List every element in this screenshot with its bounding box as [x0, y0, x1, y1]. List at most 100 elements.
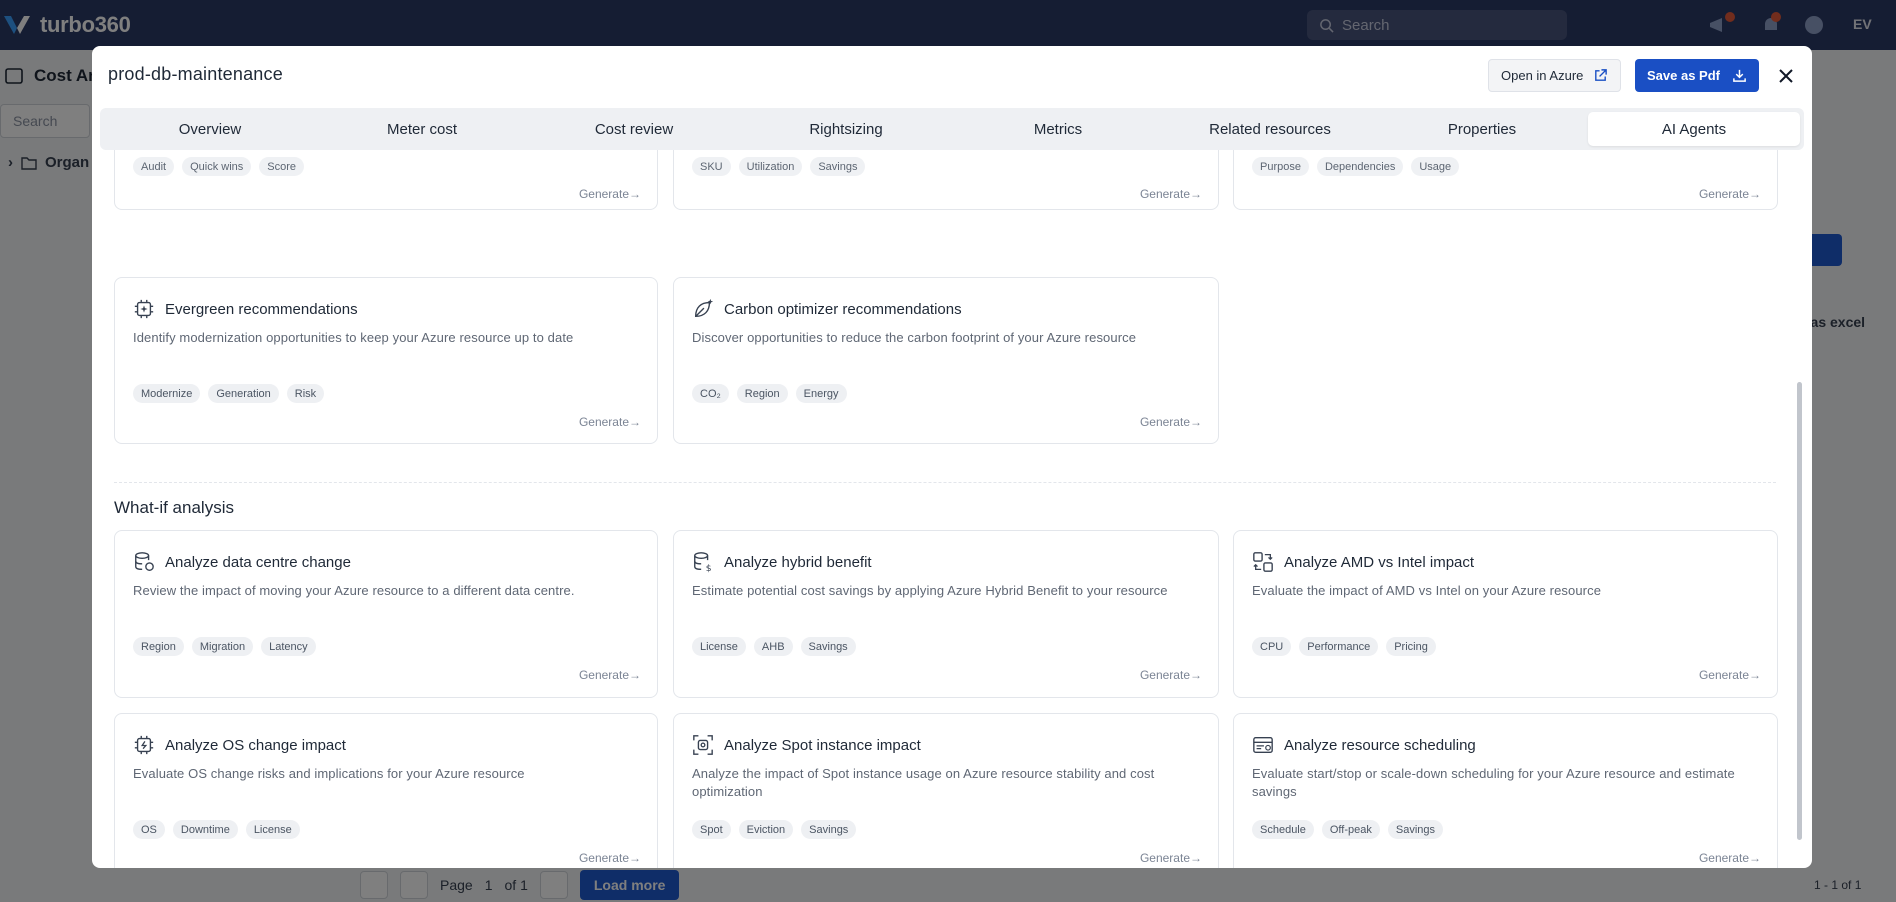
open-in-azure-label: Open in Azure: [1501, 68, 1584, 83]
tag: Latency: [261, 637, 316, 656]
card-tags: Schedule Off-peak Savings: [1252, 820, 1444, 839]
card-title: Analyze Spot instance impact: [724, 736, 921, 754]
card-header: Analyze data centre change: [133, 551, 351, 573]
agent-card-partial-3[interactable]: Purpose Dependencies Usage Generate→: [1233, 150, 1778, 210]
agent-card-hybrid-benefit[interactable]: $ Analyze hybrid benefit Estimate potent…: [673, 530, 1219, 698]
agent-card-partial-2[interactable]: SKU Utilization Savings Generate→: [673, 150, 1219, 210]
tag: Off-peak: [1321, 820, 1380, 839]
tag: Migration: [191, 637, 254, 656]
generate-link[interactable]: Generate→: [1699, 668, 1761, 682]
tag: Savings: [801, 820, 857, 839]
tab-rightsizing[interactable]: Rightsizing: [740, 112, 952, 146]
card-title: Analyze OS change impact: [165, 736, 346, 754]
schedule-window-icon: [1253, 736, 1273, 754]
tag: CO₂: [692, 384, 729, 403]
card-header: Carbon optimizer recommendations: [692, 298, 962, 320]
whatif-section-title: What-if analysis: [114, 498, 234, 517]
generate-link[interactable]: Generate→: [1699, 187, 1761, 201]
tag: Dependencies: [1316, 157, 1404, 176]
card-tags: Modernize Generation Risk: [133, 384, 325, 403]
modal-scrollbar-thumb[interactable]: [1797, 382, 1802, 840]
agent-card-carbon-optimizer[interactable]: Carbon optimizer recommendations Discove…: [673, 277, 1219, 444]
tab-overview[interactable]: Overview: [104, 112, 316, 146]
card-tags: License AHB Savings: [692, 637, 856, 656]
tag: CPU: [1252, 637, 1292, 656]
modal-tab-bar: Overview Meter cost Cost review Rightsiz…: [100, 108, 1804, 150]
card-tags: Region Migration Latency: [133, 637, 316, 656]
tab-cost-review[interactable]: Cost review: [528, 112, 740, 146]
card-title: Evergreen recommendations: [165, 300, 358, 318]
tab-metrics[interactable]: Metrics: [952, 112, 1164, 146]
tag: Utilization: [738, 157, 803, 176]
agent-card-data-centre-change[interactable]: Analyze data centre change Review the im…: [114, 530, 658, 698]
card-header: Analyze AMD vs Intel impact: [1252, 551, 1474, 573]
card-tags: Purpose Dependencies Usage: [1252, 157, 1460, 176]
tag: Savings: [800, 637, 856, 656]
tag: Quick wins: [182, 157, 252, 176]
tag: Region: [133, 637, 184, 656]
card-tags: Audit Quick wins Score: [133, 157, 305, 176]
card-header: Analyze Spot instance impact: [692, 734, 921, 756]
generate-link[interactable]: Generate→: [579, 415, 641, 429]
tab-meter-cost[interactable]: Meter cost: [316, 112, 528, 146]
chip-refresh-icon: [134, 735, 154, 755]
leaf-sparkle-icon: [694, 298, 714, 318]
tag: Modernize: [133, 384, 201, 403]
section-divider: [114, 482, 1776, 483]
generate-link[interactable]: Generate→: [1699, 851, 1761, 865]
tag: Downtime: [172, 820, 238, 839]
close-modal-button[interactable]: [1774, 64, 1798, 88]
open-in-azure-button[interactable]: Open in Azure: [1488, 59, 1622, 92]
generate-link[interactable]: Generate→: [579, 668, 641, 682]
tag: Spot: [692, 820, 731, 839]
generate-link[interactable]: Generate→: [1140, 187, 1202, 201]
card-description: Analyze the impact of Spot instance usag…: [692, 766, 1155, 799]
tab-related-resources[interactable]: Related resources: [1164, 112, 1376, 146]
generate-link[interactable]: Generate→: [579, 851, 641, 865]
generate-link[interactable]: Generate→: [1140, 415, 1202, 429]
agent-card-resource-scheduling[interactable]: Analyze resource scheduling Evaluate sta…: [1233, 713, 1778, 868]
card-description: Discover opportunities to reduce the car…: [692, 330, 1137, 345]
agent-card-os-change[interactable]: Analyze OS change impact Evaluate OS cha…: [114, 713, 658, 868]
external-link-icon: [1595, 69, 1608, 81]
card-header: Analyze resource scheduling: [1252, 734, 1476, 756]
chip-sparkle-icon: [134, 299, 154, 319]
tag: Score: [259, 157, 305, 176]
tag: Audit: [133, 157, 175, 176]
svg-text:$: $: [706, 563, 712, 573]
close-icon: [1779, 69, 1793, 83]
modal-header: prod-db-maintenance Open in Azure Save a…: [92, 46, 1812, 108]
tab-properties[interactable]: Properties: [1376, 112, 1588, 146]
chip-swap-icon: [1253, 552, 1273, 572]
agent-card-partial-1[interactable]: Audit Quick wins Score Generate→: [114, 150, 658, 210]
card-title: Carbon optimizer recommendations: [724, 300, 962, 318]
agent-card-amd-vs-intel[interactable]: Analyze AMD vs Intel impact Evaluate the…: [1233, 530, 1778, 698]
agent-card-spot-instance[interactable]: Analyze Spot instance impact Analyze the…: [673, 713, 1219, 868]
database-dollar-icon: $: [694, 552, 712, 573]
card-tags: CO₂ Region Energy: [692, 384, 847, 403]
resource-details-modal: prod-db-maintenance Open in Azure Save a…: [92, 46, 1812, 868]
save-as-pdf-label: Save as Pdf: [1647, 68, 1720, 83]
card-header: $ Analyze hybrid benefit: [692, 551, 872, 573]
tag: Savings: [810, 157, 866, 176]
tag: Generation: [208, 384, 279, 403]
card-title: Analyze AMD vs Intel impact: [1284, 553, 1475, 571]
generate-link[interactable]: Generate→: [1140, 668, 1202, 682]
generate-link[interactable]: Generate→: [1140, 851, 1202, 865]
card-description: Evaluate the impact of AMD vs Intel on y…: [1252, 583, 1602, 598]
agent-card-evergreen[interactable]: Evergreen recommendations Identify moder…: [114, 277, 658, 444]
card-description: Review the impact of moving your Azure r…: [133, 583, 575, 598]
generate-link[interactable]: Generate→: [579, 187, 641, 201]
tag: Eviction: [738, 820, 794, 839]
card-title: Analyze hybrid benefit: [724, 553, 872, 571]
card-description: Evaluate OS change risks and implication…: [133, 766, 525, 781]
tag: Schedule: [1252, 820, 1314, 839]
tag: SKU: [692, 157, 731, 176]
tag: Energy: [795, 384, 847, 403]
tag: Usage: [1411, 157, 1460, 176]
card-tags: OS Downtime License: [133, 820, 300, 839]
tab-ai-agents[interactable]: AI Agents: [1588, 112, 1800, 146]
save-as-pdf-button[interactable]: Save as Pdf: [1635, 59, 1759, 92]
card-title: Analyze resource scheduling: [1284, 736, 1476, 754]
card-tags: Spot Eviction Savings: [692, 820, 857, 839]
